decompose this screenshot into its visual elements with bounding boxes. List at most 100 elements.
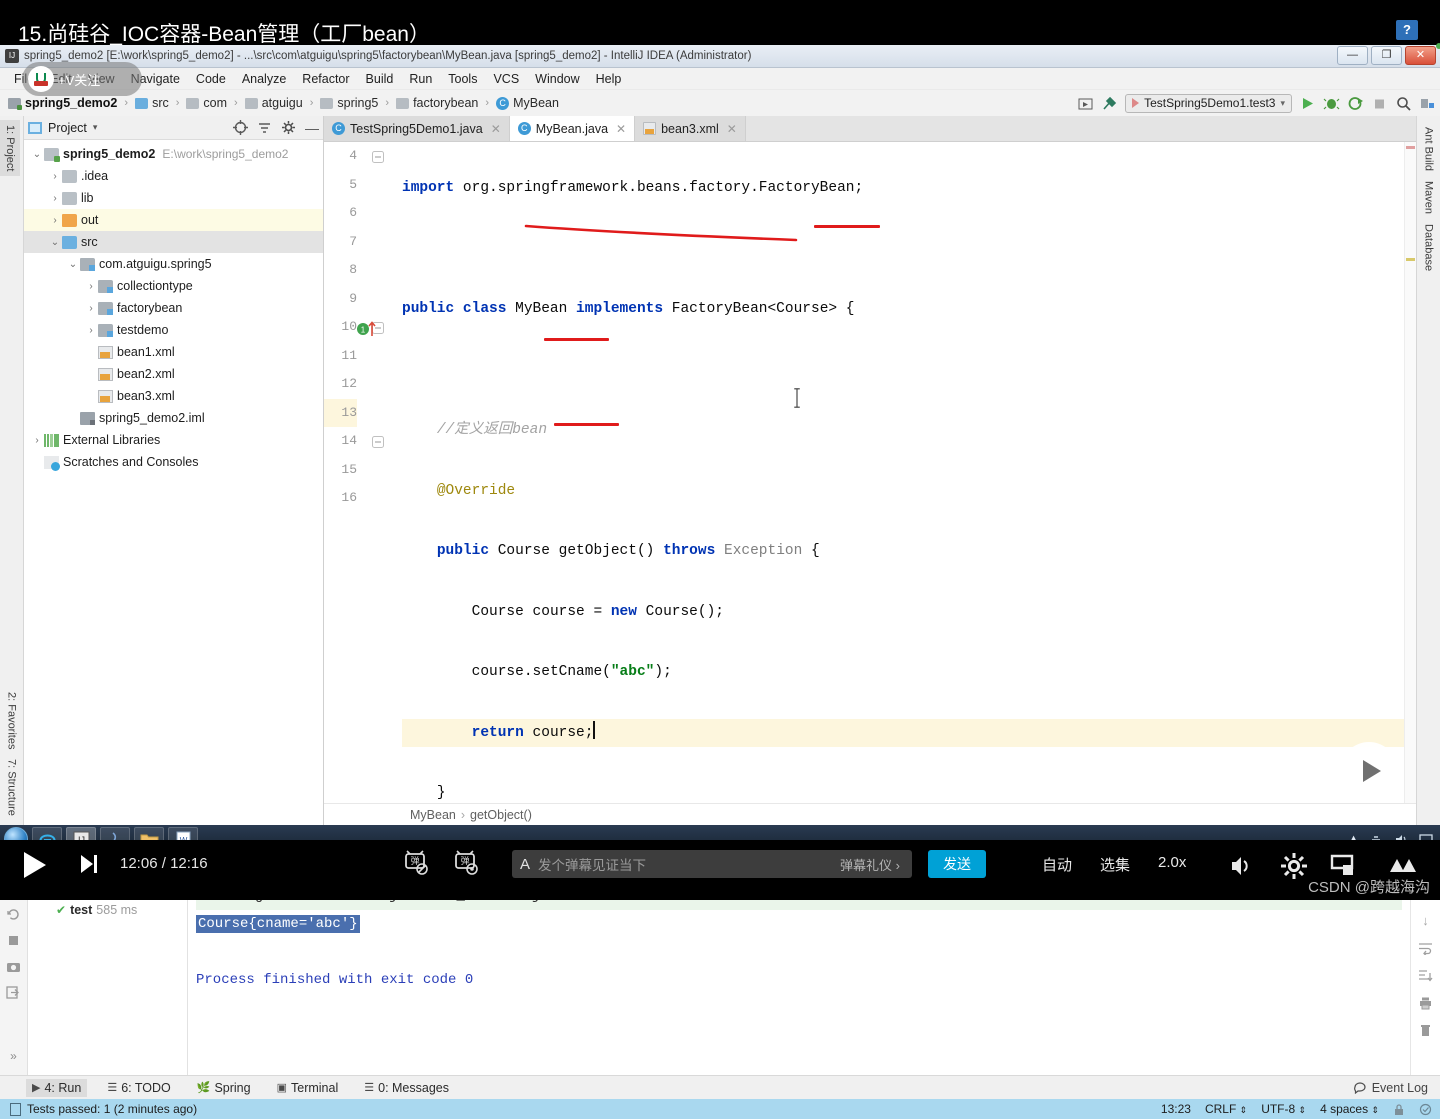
tool-window-4-run[interactable]: ▶4: Run — [26, 1079, 87, 1097]
menu-item-vcs[interactable]: VCS — [485, 70, 527, 88]
code-editor[interactable]: 45678910111213141516 1 import org.spring… — [324, 142, 1416, 803]
menu-item-run[interactable]: Run — [401, 70, 440, 88]
danmaku-off-icon[interactable]: 弹 — [402, 850, 428, 876]
more-icon[interactable]: » — [10, 1049, 17, 1063]
breadcrumb-item-spring5_demo2[interactable]: spring5_demo2 — [8, 96, 117, 110]
settings-gear-icon[interactable] — [281, 120, 296, 135]
menu-item-code[interactable]: Code — [188, 70, 234, 88]
menu-item-help[interactable]: Help — [588, 70, 630, 88]
menu-item-analyze[interactable]: Analyze — [234, 70, 294, 88]
editor-tab-MyBean.java[interactable]: CMyBean.java✕ — [510, 116, 635, 141]
hide-icon[interactable]: — — [305, 123, 319, 133]
build-hammer-icon[interactable] — [1101, 95, 1118, 112]
speed-selector[interactable]: 2.0x — [1158, 854, 1186, 871]
project-structure-icon[interactable] — [1419, 95, 1436, 112]
play-overlay-button[interactable] — [1340, 742, 1398, 800]
editor-scrollbar[interactable] — [1404, 142, 1416, 803]
rail-item-2-favorites[interactable]: 2: Favorites — [0, 687, 23, 754]
breadcrumb-item-atguigu[interactable]: atguigu — [245, 96, 303, 110]
wide-screen-icon[interactable] — [1330, 854, 1356, 878]
tool-window-6-todo[interactable]: ☰6: TODO — [101, 1079, 176, 1097]
rail-item-maven[interactable]: Maven — [1419, 176, 1439, 219]
debug-icon[interactable] — [1323, 95, 1340, 112]
lock-icon[interactable] — [1393, 1103, 1405, 1116]
chevron-right-icon[interactable]: › — [48, 171, 62, 182]
close-icon[interactable]: ✕ — [727, 122, 737, 136]
channel-follow-overlay[interactable]: +V关注 — [22, 62, 142, 96]
tree-node[interactable]: ›testdemo — [24, 319, 323, 341]
breadcrumb-item-spring5[interactable]: spring5 — [320, 96, 378, 110]
breadcrumb-item-MyBean[interactable]: CMyBean — [496, 96, 559, 110]
fold-marker-icon[interactable] — [372, 436, 384, 448]
run-test-gutter-icon[interactable]: 1 — [356, 320, 378, 338]
close-button[interactable]: ✕ — [1405, 46, 1436, 65]
menu-item-build[interactable]: Build — [358, 70, 402, 88]
rail-item-1-project[interactable]: 1: Project — [0, 120, 20, 176]
event-log-button[interactable]: Event Log — [1354, 1081, 1428, 1095]
menu-item-refactor[interactable]: Refactor — [294, 70, 357, 88]
settings-gear-icon[interactable] — [1280, 852, 1308, 880]
warning-stripe-marker[interactable] — [1406, 258, 1415, 261]
inspection-icon[interactable] — [1419, 1103, 1432, 1116]
editor-tab-bean3.xml[interactable]: bean3.xml✕ — [635, 116, 746, 141]
breadcrumb-class[interactable]: MyBean — [410, 808, 456, 822]
line-separator-widget[interactable]: CRLF ⇕ — [1205, 1102, 1247, 1116]
search-everywhere-icon[interactable] — [1395, 95, 1412, 112]
close-icon[interactable]: ✕ — [616, 122, 626, 136]
tree-node[interactable]: ›External Libraries — [24, 429, 323, 451]
menu-item-tools[interactable]: Tools — [440, 70, 485, 88]
console-output[interactable]: "D:\Program Files\Java\jdk1.8.0_181\bin\… — [188, 876, 1410, 1075]
menu-item-window[interactable]: Window — [527, 70, 587, 88]
indent-widget[interactable]: 4 spaces ⇕ — [1320, 1102, 1379, 1116]
chevron-right-icon[interactable]: › — [84, 303, 98, 314]
import-tests-icon[interactable] — [6, 985, 21, 1000]
danmaku-etiquette-link[interactable]: 弹幕礼仪 › — [840, 850, 900, 878]
clear-all-icon[interactable] — [1419, 1024, 1432, 1038]
chevron-right-icon[interactable]: › — [84, 325, 98, 336]
episode-selector[interactable]: 选集 — [1100, 854, 1130, 875]
scroll-down-icon[interactable]: ↓ — [1422, 913, 1429, 928]
fullscreen-icon[interactable] — [1388, 854, 1418, 876]
chevron-right-icon[interactable]: › — [48, 193, 62, 204]
preview-icon[interactable] — [1077, 95, 1094, 112]
tree-node[interactable]: ⌄src — [24, 231, 323, 253]
chevron-down-icon[interactable]: ⌄ — [66, 259, 80, 270]
run-icon[interactable] — [1299, 95, 1316, 112]
tree-node[interactable]: ›lib — [24, 187, 323, 209]
chevron-down-icon[interactable]: ⌄ — [48, 237, 62, 248]
danmaku-settings-icon[interactable]: 弹 — [452, 850, 478, 876]
restore-button[interactable]: ❐ — [1371, 46, 1402, 65]
collapse-all-icon[interactable] — [257, 120, 272, 135]
fold-marker-icon[interactable] — [372, 151, 384, 163]
tool-window-spring[interactable]: 🌿Spring — [191, 1079, 257, 1097]
breadcrumb-item-src[interactable]: src — [135, 96, 169, 110]
send-danmaku-button[interactable]: 发送 — [928, 850, 986, 878]
volume-icon[interactable] — [1228, 853, 1254, 879]
print-icon[interactable] — [1418, 996, 1433, 1010]
help-icon[interactable]: ? — [1396, 20, 1418, 40]
stop-icon[interactable] — [6, 933, 21, 948]
tree-node[interactable]: ›factorybean — [24, 297, 323, 319]
rail-item-7-structure[interactable]: 7: Structure — [0, 754, 23, 821]
tree-node[interactable]: ⌄spring5_demo2E:\work\spring5_demo2 — [24, 143, 323, 165]
rail-item-database[interactable]: Database — [1419, 219, 1439, 276]
tree-node[interactable]: bean1.xml — [24, 341, 323, 363]
tree-node[interactable]: Scratches and Consoles — [24, 451, 323, 473]
error-stripe-marker[interactable] — [1406, 146, 1415, 149]
play-pause-button[interactable] — [24, 852, 46, 878]
chevron-down-icon[interactable]: ⌄ — [30, 149, 44, 160]
quality-selector[interactable]: 自动 — [1042, 854, 1072, 875]
code-text[interactable]: import org.springframework.beans.factory… — [402, 142, 1416, 803]
target-icon[interactable] — [233, 120, 248, 135]
editor-tab-TestSpring5Demo1.java[interactable]: CTestSpring5Demo1.java✕ — [324, 116, 510, 141]
soft-wrap-icon[interactable] — [1418, 942, 1433, 955]
close-icon[interactable]: ✕ — [491, 122, 501, 136]
chevron-down-icon[interactable]: ▾ — [93, 122, 98, 133]
tree-node[interactable]: bean3.xml — [24, 385, 323, 407]
breadcrumb-item-factorybean[interactable]: factorybean — [396, 96, 478, 110]
tree-node[interactable]: bean2.xml — [24, 363, 323, 385]
breadcrumb-method[interactable]: getObject() — [470, 808, 532, 822]
chevron-right-icon[interactable]: › — [48, 215, 62, 226]
scroll-to-end-icon[interactable] — [1418, 969, 1433, 982]
rail-item-ant-build[interactable]: Ant Build — [1419, 122, 1439, 176]
